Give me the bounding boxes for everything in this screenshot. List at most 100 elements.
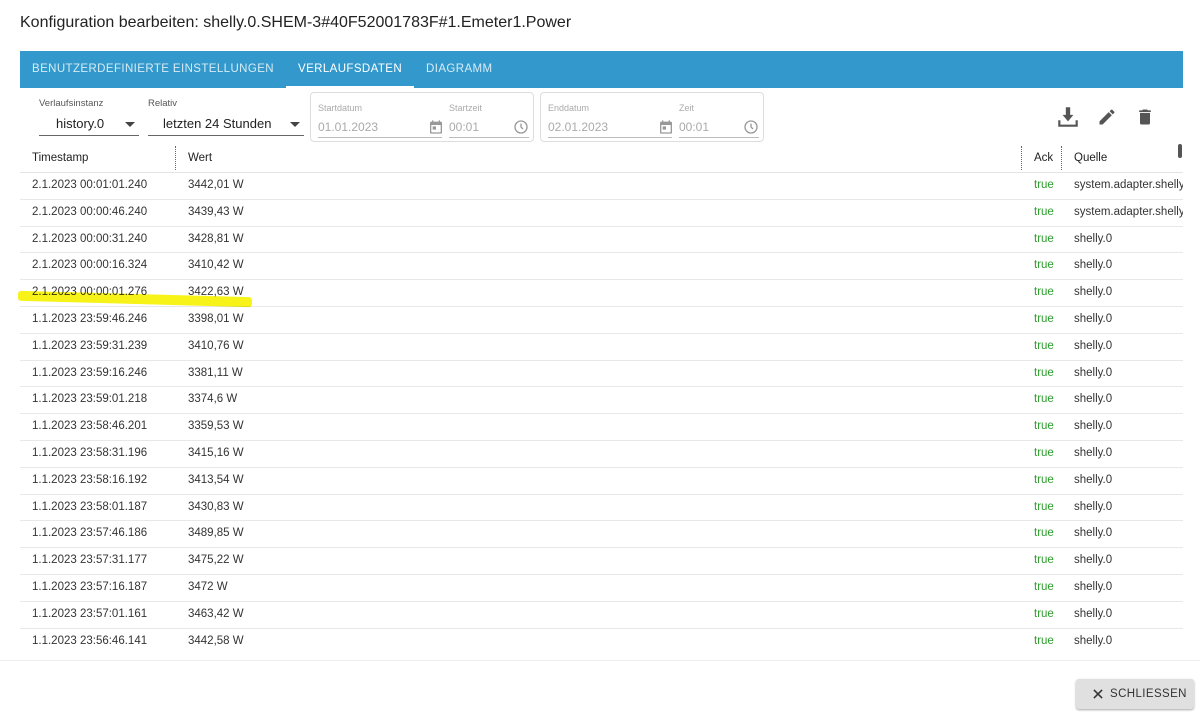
cell-timestamp: 1.1.2023 23:59:46.246: [32, 312, 148, 325]
tab-chart[interactable]: DIAGRAMM: [414, 51, 504, 88]
cell-source: shelly.0: [1074, 634, 1113, 647]
table-row[interactable]: 1.1.2023 23:58:16.192 3413,54 W true shelly…: [20, 468, 1183, 495]
instance-value: history.0: [56, 116, 105, 131]
table-row[interactable]: 1.1.2023 23:59:16.246 3381,11 W true shelly…: [20, 361, 1183, 388]
table-row[interactable]: 1.1.2023 23:59:01.218 3374,6 W true shelly.…: [20, 387, 1183, 415]
column-resize-handle[interactable]: [1021, 146, 1022, 170]
cell-source: shelly.0: [1074, 446, 1113, 459]
header-source[interactable]: Quelle: [1074, 144, 1107, 172]
cell-value: 3489,85 W: [188, 527, 244, 540]
pencil-icon[interactable]: [1097, 107, 1117, 127]
table-row[interactable]: 1.1.2023 23:59:46.246 3398,01 W true shelly…: [20, 307, 1183, 334]
cell-source: shelly.0: [1074, 259, 1113, 272]
table-row[interactable]: 2.1.2023 00:00:31.240 3428,81 W true shelly…: [20, 227, 1183, 254]
cell-value: 3374,6 W: [188, 393, 238, 406]
cell-value: 3442,58 W: [188, 634, 244, 647]
tab-custom-settings[interactable]: BENUTZERDEFINIERTE EINSTELLUNGEN: [20, 51, 286, 88]
cell-source: shelly.0: [1074, 580, 1113, 593]
table-scrollbar[interactable]: [1178, 144, 1182, 158]
cell-value: 3428,81 W: [188, 232, 244, 245]
cell-timestamp: 2.1.2023 00:00:16.324: [32, 259, 148, 272]
calendar-icon[interactable]: [658, 119, 674, 135]
cell-source: shelly.0: [1074, 286, 1113, 299]
cell-value: 3410,42 W: [188, 259, 244, 272]
table-row[interactable]: 1.1.2023 23:56:46.141 3442,58 W true shelly…: [20, 629, 1183, 648]
column-resize-handle[interactable]: [1061, 146, 1062, 170]
clock-icon[interactable]: [743, 119, 759, 135]
cell-source: shelly.0: [1074, 366, 1113, 379]
cell-source: shelly.0: [1074, 527, 1113, 540]
instance-select[interactable]: history.0: [39, 113, 139, 136]
header-timestamp[interactable]: Timestamp: [32, 144, 88, 172]
table-row[interactable]: 1.1.2023 23:58:46.201 3359,53 W true shelly…: [20, 414, 1183, 441]
start-date-input[interactable]: 01.01.2023: [318, 117, 442, 138]
table-row[interactable]: 1.1.2023 23:59:31.239 3410,76 W true shelly…: [20, 334, 1183, 361]
table-row[interactable]: 1.1.2023 23:57:46.186 3489,85 W true shelly…: [20, 521, 1183, 549]
cell-ack: true: [1034, 554, 1054, 567]
header-ack[interactable]: Ack: [1034, 144, 1053, 172]
chevron-down-icon: [290, 122, 300, 127]
cell-value: 3430,83 W: [188, 500, 244, 513]
cell-value: 3463,42 W: [188, 607, 244, 620]
start-time-input[interactable]: 00:01: [449, 117, 529, 138]
cell-timestamp: 1.1.2023 23:58:16.192: [32, 473, 148, 486]
relative-select[interactable]: letzten 24 Stunden: [148, 113, 304, 136]
close-icon: [1093, 689, 1103, 699]
cell-timestamp: 1.1.2023 23:56:46.141: [32, 634, 148, 647]
cell-timestamp: 1.1.2023 23:58:31.196: [32, 446, 148, 459]
cell-ack: true: [1034, 179, 1054, 191]
cell-timestamp: 1.1.2023 23:58:46.201: [32, 420, 148, 433]
table-row[interactable]: 2.1.2023 00:00:16.324 3410,42 W true shelly…: [20, 253, 1183, 281]
cell-value: 3439,43 W: [188, 205, 244, 218]
end-datetime-group: Enddatum 02.01.2023 Zeit 00:01: [540, 92, 764, 142]
start-time-label: Startzeit: [449, 103, 483, 113]
cell-value: 3442,01 W: [188, 179, 244, 191]
column-resize-handle[interactable]: [175, 146, 176, 170]
end-time-label: Zeit: [679, 103, 695, 113]
cell-source: shelly.0: [1074, 607, 1113, 620]
cell-timestamp: 1.1.2023 23:57:46.186: [32, 527, 148, 540]
cell-ack: true: [1034, 339, 1054, 352]
cell-value: 3475,22 W: [188, 554, 244, 567]
cell-value: 3472 W: [188, 580, 228, 593]
tab-history-data[interactable]: VERLAUFSDATEN: [286, 51, 415, 88]
cell-timestamp: 1.1.2023 23:59:16.246: [32, 366, 148, 379]
relative-label: Relativ: [148, 98, 178, 109]
cell-source: shelly.0: [1074, 473, 1113, 486]
cell-ack: true: [1034, 286, 1054, 299]
header-value[interactable]: Wert: [188, 144, 212, 172]
calendar-icon[interactable]: [428, 119, 444, 135]
end-time-value: 00:01: [679, 120, 710, 134]
table-row[interactable]: 1.1.2023 23:57:31.177 3475,22 W true shelly…: [20, 548, 1183, 575]
cell-timestamp: 2.1.2023 00:00:31.240: [32, 232, 148, 245]
table-row[interactable]: 1.1.2023 23:58:31.196 3415,16 W true shelly…: [20, 441, 1183, 468]
end-date-input[interactable]: 02.01.2023: [548, 117, 672, 138]
download-icon[interactable]: [1055, 104, 1081, 130]
close-button-label: SCHLIESSEN: [1110, 688, 1187, 700]
cell-ack: true: [1034, 634, 1054, 647]
end-time-input[interactable]: 00:01: [679, 117, 759, 138]
cell-source: shelly.0: [1074, 420, 1113, 433]
edit-config-dialog: Konfiguration bearbeiten: shelly.0.SHEM-…: [0, 0, 1200, 712]
dialog-title: Konfiguration bearbeiten: shelly.0.SHEM-…: [20, 14, 572, 31]
cell-ack: true: [1034, 420, 1054, 433]
cell-source: shelly.0: [1074, 500, 1113, 513]
start-time-value: 00:01: [449, 120, 480, 134]
table-row[interactable]: 1.1.2023 23:57:16.187 3472 W true shelly.0: [20, 575, 1183, 602]
cell-source: shelly.0: [1074, 339, 1113, 352]
cell-ack: true: [1034, 205, 1054, 218]
cell-ack: true: [1034, 393, 1054, 406]
table-row[interactable]: 1.1.2023 23:58:01.187 3430,83 W true shelly…: [20, 495, 1183, 522]
trash-icon[interactable]: [1135, 107, 1155, 127]
cell-value: 3398,01 W: [188, 312, 244, 325]
cell-timestamp: 1.1.2023 23:59:01.218: [32, 393, 148, 406]
cell-value: 3415,16 W: [188, 446, 244, 459]
clock-icon[interactable]: [513, 119, 529, 135]
table-row[interactable]: 2.1.2023 00:00:46.240 3439,43 W true system…: [20, 200, 1183, 227]
table-body: 2.1.2023 00:01:01.240 3442,01 W true system…: [20, 173, 1183, 648]
start-date-value: 01.01.2023: [318, 120, 379, 134]
table-row[interactable]: 1.1.2023 23:57:01.161 3463,42 W true shelly…: [20, 602, 1183, 629]
table-row[interactable]: 2.1.2023 00:01:01.240 3442,01 W true system…: [20, 173, 1183, 200]
cell-source: shelly.0: [1074, 393, 1113, 406]
close-button[interactable]: SCHLIESSEN: [1076, 679, 1194, 709]
